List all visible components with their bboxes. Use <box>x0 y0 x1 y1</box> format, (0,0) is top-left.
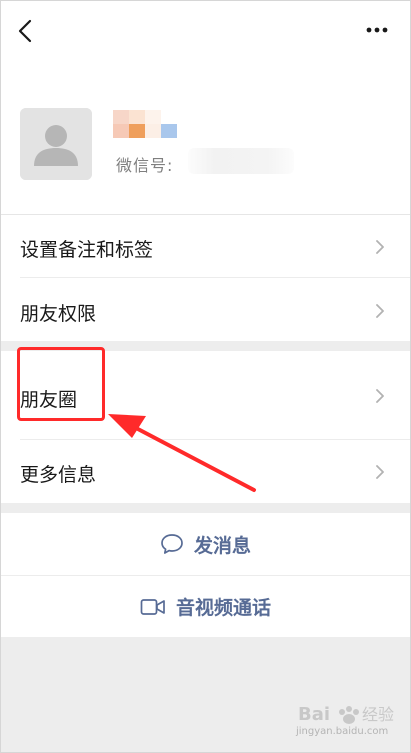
menu-item-remark-tags[interactable]: 设置备注和标签 <box>0 215 411 278</box>
wechat-id-value-blurred <box>188 148 294 174</box>
menu-item-label: 朋友权限 <box>20 303 97 325</box>
video-camera-icon <box>140 598 165 615</box>
default-avatar-icon <box>20 108 92 180</box>
send-message-button[interactable]: 发消息 <box>0 513 411 575</box>
more-dots-icon <box>366 27 388 33</box>
menu-item-moments[interactable]: 朋友圈 <box>0 351 411 440</box>
svg-text:Bai: Bai <box>298 704 330 725</box>
baidu-watermark-logo: Bai 经验 <box>298 704 394 725</box>
video-call-button[interactable]: 音视频通话 <box>0 576 411 637</box>
chevron-right-icon <box>376 389 384 403</box>
nickname-mosaic <box>113 110 177 138</box>
wechat-id-label: 微信号: <box>116 156 174 175</box>
svg-text:经验: 经验 <box>362 705 394 724</box>
send-message-label: 发消息 <box>193 534 251 557</box>
video-call-label: 音视频通话 <box>175 597 271 619</box>
watermark-url: jingyan.baidu.com <box>296 726 389 737</box>
menu-item-friend-permissions[interactable]: 朋友权限 <box>0 278 411 341</box>
contact-profile-screen: 微信号: 设置备注和标签 朋友权限 朋友圈 更多信息 发消息 音视频通话 Bai… <box>0 0 411 753</box>
more-button[interactable] <box>363 18 391 42</box>
menu-item-label: 设置备注和标签 <box>20 239 154 261</box>
menu-item-more-info[interactable]: 更多信息 <box>0 440 411 503</box>
avatar[interactable] <box>20 108 92 180</box>
menu-item-label: 更多信息 <box>20 464 97 486</box>
top-bar <box>0 0 411 62</box>
chevron-left-icon <box>18 19 32 43</box>
menu-item-label: 朋友圈 <box>20 389 78 411</box>
back-button[interactable] <box>12 16 38 46</box>
chevron-right-icon <box>376 240 384 254</box>
chat-bubble-icon <box>161 534 183 554</box>
chevron-right-icon <box>376 304 384 318</box>
profile-header: 微信号: <box>0 62 411 214</box>
chevron-right-icon <box>376 465 384 479</box>
